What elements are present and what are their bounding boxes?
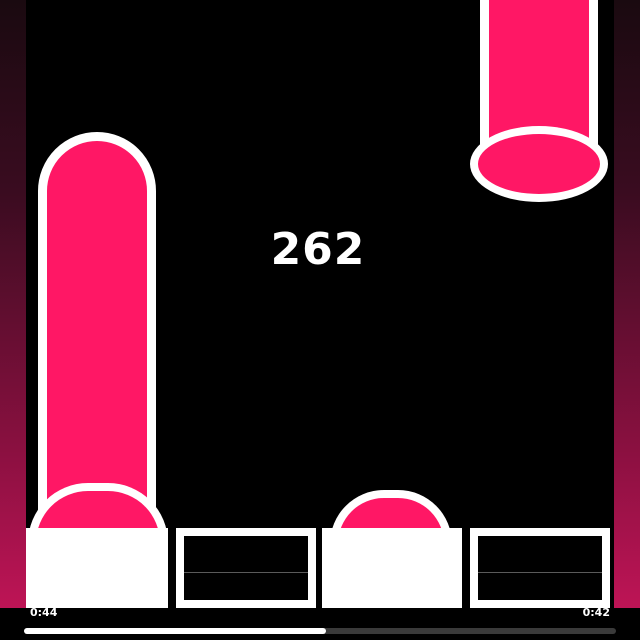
tile-divider-line <box>478 572 602 573</box>
piano-tile-4[interactable] <box>470 528 610 608</box>
piano-tile-3[interactable] <box>322 528 462 608</box>
piano-tile-2[interactable] <box>176 528 316 608</box>
top-right-tube-end <box>470 126 608 202</box>
remaining-time: 0:42 <box>582 606 610 619</box>
video-progress-fill <box>24 628 326 634</box>
score-counter: 262 <box>270 224 366 275</box>
elapsed-time: 0:44 <box>30 606 58 619</box>
video-progress-track[interactable] <box>24 628 616 634</box>
video-controls-bar <box>0 608 640 640</box>
piano-tile-1[interactable] <box>26 528 168 608</box>
tile-divider-line <box>184 572 308 573</box>
game-screen: 262 0:44 0:42 <box>0 0 640 640</box>
